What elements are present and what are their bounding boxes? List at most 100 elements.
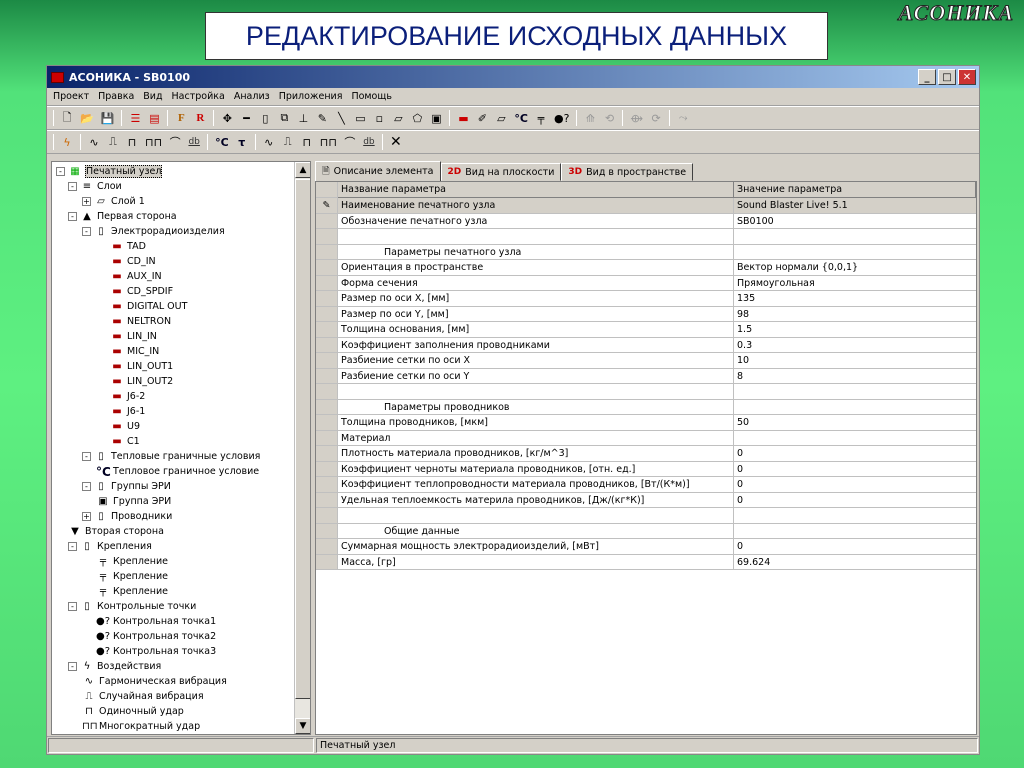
layer-tool-icon[interactable]: ▱	[495, 112, 507, 125]
tree-node[interactable]: °C Тепловое граничное условие	[96, 464, 259, 479]
scroll-down-icon[interactable]: ▼	[295, 718, 310, 734]
param-value[interactable]: 135	[734, 291, 976, 307]
scroll-thumb[interactable]	[295, 179, 310, 699]
param-value[interactable]	[734, 431, 976, 446]
collapse-icon[interactable]: -	[68, 212, 77, 221]
table-row[interactable]: Толщина проводников, [мкм] 50	[316, 415, 976, 431]
tree-node[interactable]: - ▦ Печатный узел	[56, 164, 163, 179]
menu-item-3[interactable]: Настройка	[172, 91, 225, 102]
minus-icon[interactable]: ━	[240, 112, 252, 125]
table-row[interactable]: Форма сечения Прямоугольная	[316, 275, 976, 291]
tree-node[interactable]: - ▯ Тепловые граничные условия	[82, 449, 260, 464]
tree-node[interactable]: ⊓ Одиночный удар	[82, 704, 184, 719]
polygon-icon[interactable]: ⬠	[411, 112, 423, 125]
table-row[interactable]: Ориентация в пространстве Вектор нормали …	[316, 260, 976, 276]
tree-node[interactable]: ▣ Группа ЭРИ	[96, 494, 171, 509]
component-tool-icon[interactable]: ▬	[457, 112, 469, 125]
angle-icon[interactable]: ⊥	[297, 112, 309, 125]
tree-node[interactable]: ∿ Гармоническая вибрация	[82, 674, 227, 689]
param-value[interactable]	[734, 384, 976, 400]
header-value[interactable]: Значение параметра	[734, 182, 976, 198]
table-row[interactable]: Размер по оси Y, [мм] 98	[316, 306, 976, 322]
tree-node[interactable]: ●? Контрольная точка1	[96, 614, 216, 629]
param-value[interactable]: 8	[734, 369, 976, 384]
table-row[interactable]: Разбиение сетки по оси Y8	[316, 368, 976, 384]
table-row[interactable]: Коэффициент заполнения проводниками 0.3	[316, 337, 976, 353]
param-value[interactable]: 1.5	[734, 322, 976, 338]
tree-node[interactable]: ▬ J6-1	[110, 404, 145, 419]
collapse-icon[interactable]: -	[68, 542, 77, 551]
scroll-up-icon[interactable]: ▲	[295, 162, 310, 178]
pencil-icon[interactable]: ✎	[316, 112, 328, 125]
param-value[interactable]: Вектор нормали {0,0,1}	[734, 260, 976, 276]
tree-node[interactable]: ╤ Крепление	[96, 569, 168, 584]
param-value[interactable]	[734, 400, 976, 415]
expand-icon[interactable]: +	[82, 512, 91, 521]
param-value[interactable]: 0.3	[734, 338, 976, 353]
pulse-tool-2-icon[interactable]: ⊓	[301, 136, 313, 149]
random-tool-icon[interactable]: ⎍	[107, 135, 119, 149]
tree-node[interactable]: ▬ MIC_IN	[110, 344, 159, 359]
tree-node[interactable]: - ▯ Крепления	[68, 539, 152, 554]
param-value[interactable]: SB0100	[734, 214, 976, 229]
param-value[interactable]: Прямоугольная	[734, 276, 976, 291]
table-row[interactable]: Параметры печатного узла	[316, 244, 976, 260]
tree-node[interactable]: ▬ AUX_IN	[110, 269, 161, 284]
table-row[interactable]: Коэффициент черноты материала проводнико…	[316, 461, 976, 477]
tab-2[interactable]: 3D Вид в пространстве	[561, 163, 694, 181]
menu-item-6[interactable]: Помощь	[351, 91, 391, 102]
tree-node[interactable]: - ▯ Группы ЭРИ	[82, 479, 171, 494]
tree-node[interactable]: ▬ C1	[110, 434, 139, 449]
celsius-tool-2-icon[interactable]: °C	[215, 136, 229, 149]
table-row[interactable]	[316, 229, 976, 245]
menu-item-4[interactable]: Анализ	[234, 91, 270, 102]
table-row[interactable]: ✎ Наименование печатного узла Sound Blaste…	[316, 198, 976, 214]
save-icon[interactable]: 💾	[101, 112, 115, 125]
param-value[interactable]	[734, 508, 976, 524]
param-value[interactable]: 0	[734, 493, 976, 508]
maximize-button[interactable]: □	[938, 69, 956, 85]
param-value[interactable]: 69.624	[734, 555, 976, 570]
param-value[interactable]	[734, 229, 976, 245]
collapse-icon[interactable]: -	[68, 662, 77, 671]
table-row[interactable]: Плотность материала проводников, [кг/м^3…	[316, 446, 976, 462]
copy-icon[interactable]: ⧉	[278, 111, 290, 125]
tree-node[interactable]: ╤ Крепление	[96, 584, 168, 599]
tree-node[interactable]: ⎍ Случайная вибрация	[82, 689, 204, 704]
new-file-icon[interactable]: 🗋	[61, 109, 73, 128]
param-value[interactable]: 10	[734, 353, 976, 369]
fastener-tool-icon[interactable]: ╤	[535, 112, 547, 125]
tau-tool-icon[interactable]: τ	[236, 136, 248, 149]
table-row[interactable]	[316, 384, 976, 400]
param-value[interactable]: 98	[734, 307, 976, 322]
db-tool[interactable]: db	[188, 137, 200, 147]
param-value[interactable]	[734, 524, 976, 539]
table-row[interactable]: Масса, [гр] 69.624	[316, 554, 976, 570]
tree-node[interactable]: - ≡ Слои	[68, 179, 122, 194]
tab-0[interactable]: 🗎 Описание элемента	[315, 161, 441, 181]
table-row[interactable]: Параметры проводников	[316, 399, 976, 415]
tree-node[interactable]: ▬ DIGITAL OUT	[110, 299, 187, 314]
document-icon[interactable]: ▯	[259, 112, 271, 125]
table-red-icon[interactable]: ▤	[148, 112, 160, 125]
memory-icon[interactable]: ▣	[430, 112, 442, 125]
tab-1[interactable]: 2D Вид на плоскости	[440, 163, 562, 181]
tree-node[interactable]: ▬ LIN_OUT2	[110, 374, 173, 389]
checkpoint-tool-icon[interactable]: ●?	[554, 112, 569, 125]
table-row[interactable]: Общие данные	[316, 523, 976, 539]
parallelogram-icon[interactable]: ▱	[392, 112, 404, 125]
tree-node[interactable]: - ▯ Электрорадиоизделия	[82, 224, 225, 239]
table-row[interactable]: Материал	[316, 430, 976, 446]
param-value[interactable]: 50	[734, 415, 976, 431]
small-rect-icon[interactable]: ▫	[373, 112, 385, 125]
list-red-icon[interactable]: ☰	[129, 112, 141, 125]
param-value[interactable]: 0	[734, 462, 976, 477]
tree-node[interactable]: ▬ U9	[110, 419, 140, 434]
param-value[interactable]: 0	[734, 446, 976, 462]
pulses-tool-icon[interactable]: ⊓⊓	[145, 136, 162, 149]
tree-node[interactable]: ⊓⊓ Многократный удар	[82, 719, 200, 734]
f-button[interactable]: F	[175, 112, 187, 124]
line-icon[interactable]: ╲	[335, 112, 347, 125]
tree-node[interactable]: ▬ CD_SPDIF	[110, 284, 173, 299]
marker-icon[interactable]: ✐	[476, 112, 488, 125]
